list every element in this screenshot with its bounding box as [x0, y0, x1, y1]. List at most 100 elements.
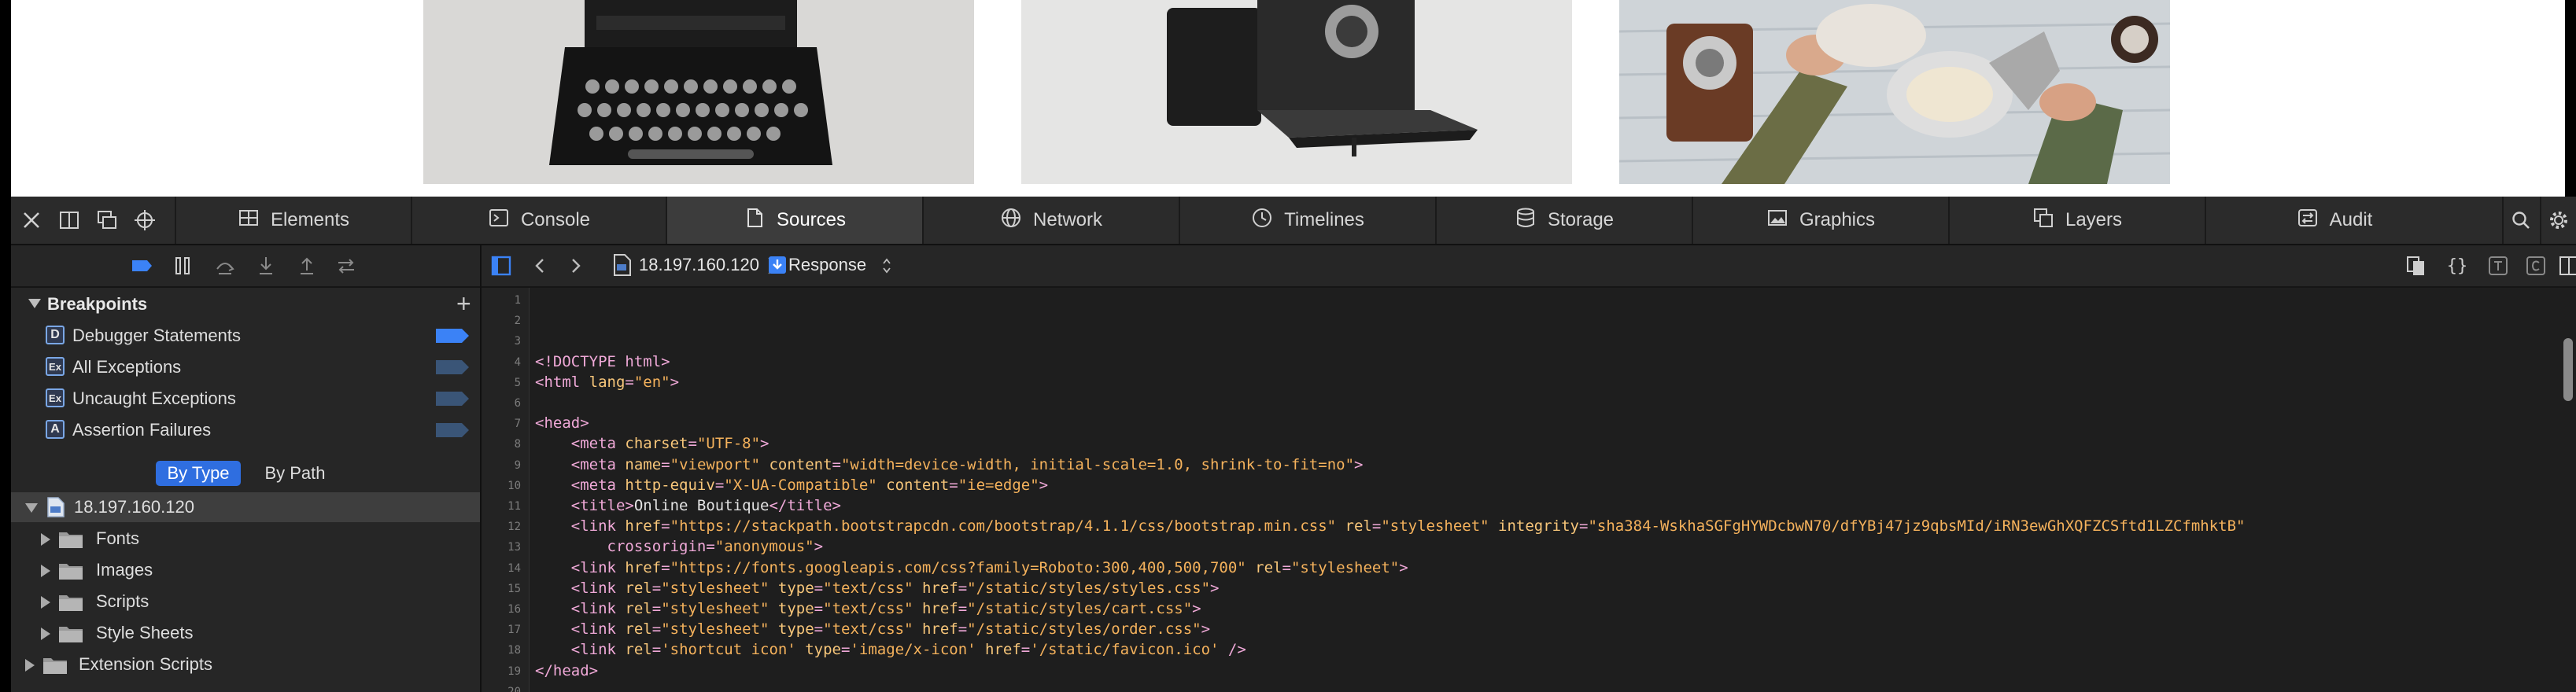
tab-label: Network: [1032, 209, 1103, 230]
gear-icon[interactable]: [2540, 197, 2576, 244]
line-number[interactable]: 12: [482, 521, 521, 533]
disclosure-triangle-icon[interactable]: [25, 503, 38, 513]
step-out-icon[interactable]: [296, 255, 318, 277]
search-icon[interactable]: [2502, 197, 2538, 244]
tree-folder-scripts[interactable]: Scripts: [11, 587, 480, 617]
tree-folder-images[interactable]: Images: [11, 555, 480, 585]
tab-network[interactable]: Network: [922, 197, 1179, 244]
toggle-navigator-icon[interactable]: [489, 253, 513, 278]
clock-icon: [1251, 207, 1273, 234]
type-annotations-icon[interactable]: [2486, 255, 2510, 277]
line-number[interactable]: 4: [482, 356, 521, 369]
tree-folder-fonts[interactable]: Fonts: [11, 524, 480, 554]
tree-host-item[interactable]: 18.197.160.120: [11, 492, 480, 522]
breakpoint-all-exceptions[interactable]: Ex All Exceptions: [11, 352, 480, 382]
line-number[interactable]: 3: [482, 335, 521, 348]
folder-label: Images: [96, 560, 153, 580]
pause-icon[interactable]: [172, 255, 194, 277]
code-coverage-icon[interactable]: [2524, 255, 2548, 277]
vertical-scrollbar[interactable]: [2563, 338, 2573, 401]
disclosure-triangle-icon[interactable]: [25, 659, 35, 672]
breakpoint-uncaught-exceptions[interactable]: Ex Uncaught Exceptions: [11, 384, 480, 414]
tab-console[interactable]: Console: [411, 197, 666, 244]
breakpoint-assertion-failures[interactable]: A Assertion Failures: [11, 415, 480, 445]
breakpoint-enabled-icon[interactable]: [436, 329, 469, 343]
folder-icon: [59, 532, 83, 548]
line-number[interactable]: 2: [482, 315, 521, 327]
detach-window-icon[interactable]: [93, 197, 121, 244]
code-line: <!DOCTYPE html>: [535, 352, 670, 370]
download-icon: [768, 256, 787, 274]
pretty-print-icon[interactable]: {}: [2445, 255, 2469, 277]
line-number[interactable]: 6: [482, 397, 521, 410]
code-line: </head>: [535, 661, 599, 679]
line-number[interactable]: 18: [482, 644, 521, 657]
close-icon[interactable]: [17, 197, 46, 244]
line-number[interactable]: 10: [482, 480, 521, 492]
step-over-icon[interactable]: [214, 255, 236, 277]
tab-graphics[interactable]: Graphics: [1692, 197, 1948, 244]
tab-elements[interactable]: Elements: [175, 197, 411, 244]
line-number[interactable]: 1: [482, 294, 521, 307]
product-image-coffee[interactable]: [1619, 0, 2170, 184]
disclosure-triangle-icon[interactable]: [41, 628, 50, 640]
line-number[interactable]: 8: [482, 438, 521, 451]
folder-label: Extension Scripts: [79, 654, 212, 674]
tab-audit[interactable]: Audit: [2205, 197, 2463, 244]
product-image-typewriter[interactable]: [423, 0, 974, 184]
by-type-button[interactable]: By Type: [156, 461, 241, 486]
image-icon: [1766, 207, 1788, 234]
split-view-icon[interactable]: [2559, 255, 2576, 277]
debugger-toolbar: [11, 245, 480, 288]
dock-side-icon[interactable]: [55, 197, 83, 244]
breakpoints-toggle-icon[interactable]: [131, 255, 153, 277]
web-page-viewport: [0, 0, 2576, 197]
tab-timelines[interactable]: Timelines: [1179, 197, 1435, 244]
code-view[interactable]: 1 2 3 4 5 6 7 8 9 10 11 12 13 14 15 16 17 18 19 20 <!DOCTYP…: [482, 288, 2576, 692]
crosshair-icon[interactable]: [131, 197, 159, 244]
breakpoints-section-header[interactable]: Breakpoints +: [11, 288, 480, 319]
copy-resource-icon[interactable]: [2404, 255, 2428, 277]
folder-icon: [43, 658, 67, 674]
tab-storage[interactable]: Storage: [1435, 197, 1692, 244]
product-image-camera[interactable]: [1021, 0, 1572, 184]
code-line: crossorigin="anonymous">: [535, 538, 824, 556]
line-number[interactable]: 11: [482, 500, 521, 513]
breakpoint-label: Uncaught Exceptions: [72, 388, 236, 408]
disclosure-triangle-icon[interactable]: [41, 565, 50, 577]
breakpoint-disabled-icon[interactable]: [436, 392, 469, 406]
continue-icon[interactable]: [335, 255, 357, 277]
line-number[interactable]: 20: [482, 686, 521, 692]
response-selector[interactable]: Response: [788, 255, 866, 275]
step-into-icon[interactable]: [255, 255, 277, 277]
disclosure-triangle-icon[interactable]: [28, 299, 41, 308]
database-icon: [1515, 207, 1537, 234]
code-line: <meta charset="UTF-8">: [570, 435, 769, 453]
by-path-button[interactable]: By Path: [252, 461, 338, 486]
tab-sources[interactable]: Sources: [666, 197, 922, 244]
code-line: <head>: [535, 414, 589, 432]
line-number[interactable]: 16: [482, 603, 521, 616]
breakpoint-disabled-icon[interactable]: [436, 360, 469, 374]
line-number[interactable]: 9: [482, 459, 521, 472]
line-number[interactable]: 15: [482, 583, 521, 595]
line-number[interactable]: 17: [482, 624, 521, 636]
tab-layers[interactable]: Layers: [1948, 197, 2205, 244]
line-number[interactable]: 7: [482, 418, 521, 430]
back-arrow-icon[interactable]: [530, 255, 551, 277]
line-number[interactable]: 19: [482, 665, 521, 678]
add-breakpoint-icon[interactable]: +: [456, 289, 471, 318]
line-number[interactable]: 5: [482, 377, 521, 389]
disclosure-triangle-icon[interactable]: [41, 533, 50, 546]
forward-arrow-icon[interactable]: [565, 255, 585, 277]
tree-extension-scripts[interactable]: Extension Scripts: [11, 650, 480, 679]
line-number[interactable]: 13: [482, 541, 521, 554]
chevron-updown-icon[interactable]: [881, 256, 892, 275]
breakpoint-debugger-statements[interactable]: D Debugger Statements: [11, 321, 480, 351]
line-number[interactable]: 14: [482, 562, 521, 575]
tree-folder-style-sheets[interactable]: Style Sheets: [11, 618, 480, 648]
tab-label: Timelines: [1284, 209, 1364, 230]
breakpoint-disabled-icon[interactable]: [436, 423, 469, 437]
disclosure-triangle-icon[interactable]: [41, 596, 50, 609]
breadcrumb-host[interactable]: 18.197.160.120: [639, 255, 759, 275]
